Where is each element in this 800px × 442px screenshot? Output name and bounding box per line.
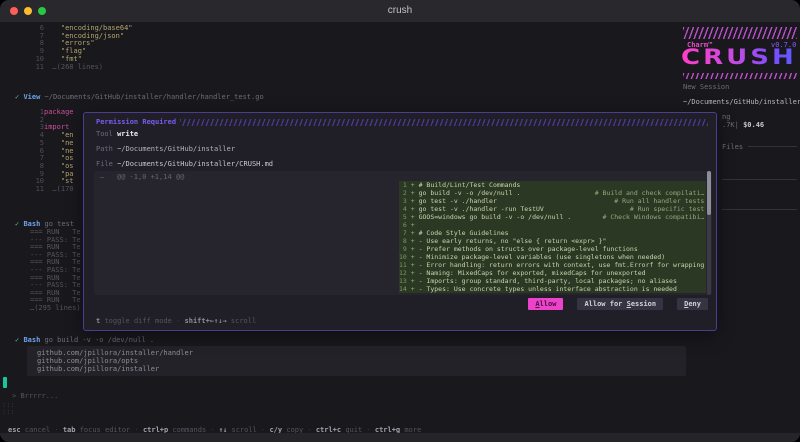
tool-name: write: [117, 130, 138, 138]
prompt-chevron: >: [12, 392, 16, 400]
go-test-output: === RUN Te --- PASS: Te === RUN Te --- P…: [30, 229, 81, 313]
diff-line: 6 +: [399, 221, 706, 229]
check-icon: ✓: [15, 220, 19, 228]
diff-line: 10 + - Minimize package-level variables …: [399, 253, 706, 261]
code-line: 11 …(170: [30, 186, 74, 194]
diff-line: 11 + - Error handling: return errors wit…: [399, 261, 706, 269]
session-detail-line1: ng: [722, 113, 730, 121]
window-title: crush: [0, 5, 800, 16]
go-build-output: github.com/jpillora/installer/handler gi…: [27, 346, 686, 373]
bash-tool-label: Bash: [23, 220, 40, 228]
editor-drag-handle[interactable]: ::: :::: [2, 402, 15, 416]
diff-hunk-header: – @@ -1,0 +1,14 @@: [100, 173, 184, 181]
diff-line: 1 + # Build/Lint/Test Commands: [399, 181, 706, 189]
file-value: ~/Documents/GitHub/installer/CRUSH.md: [117, 160, 273, 168]
dialog-title: Permission Required: [96, 118, 176, 126]
session-tokens-cost: .7K| $0.46: [722, 121, 764, 129]
diff-line: 3 + go test -v ./handler # Run all handl…: [399, 197, 706, 205]
bash-section-header-1: ✓ Bash go test: [15, 220, 74, 228]
code-snippet-handler-test: 1package23import4 "en5 "ne6 "ne7 "os8 "o…: [30, 109, 74, 194]
working-directory: ~/Documents/GitHub/installer: [683, 98, 800, 106]
dialog-button-row: Allow Allow for Session Deny: [514, 298, 708, 310]
check-icon: ✓: [15, 336, 19, 344]
diff-scrollbar-thumb[interactable]: [707, 171, 711, 215]
diff-line: 2 + go build -v -o /dev/null . # Build a…: [399, 189, 706, 197]
editor-cursor[interactable]: [3, 377, 7, 388]
queued-message-text: Brrrrr...: [20, 392, 58, 400]
diff-line: 12 + - Naming: MixedCaps for exported, m…: [399, 269, 706, 277]
diff-line: 13 + - Imports: group standard, third-pa…: [399, 277, 706, 285]
titlebar[interactable]: crush: [0, 0, 800, 22]
code-snippet-imports: 6 "encoding/base64"7 "encoding/json"8 "e…: [30, 25, 133, 71]
diff-viewer[interactable]: – @@ -1,0 +1,14 @@ 1 + # Build/Lint/Test…: [94, 171, 712, 295]
diff-line: 8 + - Use early returns, no "else { retu…: [399, 237, 706, 245]
diff-line: 5 + GOOS=windows go build -v -o /dev/nul…: [399, 213, 706, 221]
view-file-path: ~/Documents/GitHub/installer/handler/han…: [45, 93, 264, 101]
view-section-header: ✓ View ~/Documents/GitHub/installer/hand…: [15, 93, 264, 101]
crush-terminal-window: crush 6 "encoding/base64"7 "encoding/jso…: [0, 0, 800, 442]
logo-stripes-bottom: [683, 73, 797, 79]
editor-prompt-line[interactable]: > Brrrrr...: [12, 392, 58, 400]
tool-row: Tool write: [96, 130, 138, 138]
session-name: New Session: [683, 83, 729, 91]
bash-command-2: go build -v -o /dev/null .: [45, 336, 155, 344]
bash-command-1: go test: [45, 220, 75, 228]
path-value: ~/Documents/GitHub/installer: [117, 145, 235, 153]
diff-scrollbar[interactable]: [707, 171, 711, 295]
view-tool-label: View: [23, 93, 40, 101]
code-line: 1package: [30, 109, 74, 117]
diff-line: 7 + # Code Style Guidelines: [399, 229, 706, 237]
dialog-hint-row: t toggle diff mode · shift+←↑↓→ scroll: [96, 317, 256, 325]
window-bottom-strip: [0, 433, 800, 442]
permission-dialog: Permission Required Tool write Path ~/Do…: [83, 112, 717, 331]
files-header-rule: [748, 146, 797, 147]
diff-line: 14 + - Types: Use concrete types unless …: [399, 285, 706, 293]
logo-stripes-top: [683, 27, 797, 39]
path-row: Path ~/Documents/GitHub/installer: [96, 145, 235, 153]
files-section-header: Files: [722, 143, 743, 151]
file-row: File ~/Documents/GitHub/installer/CRUSH.…: [96, 160, 273, 168]
button-allow-for-session[interactable]: Allow for Session: [577, 298, 663, 310]
diff-added-lines: 1 + # Build/Lint/Test Commands 2 + go bu…: [399, 181, 706, 293]
diff-line: 9 + - Prefer methods on structs over pac…: [399, 245, 706, 253]
go-build-output-panel: github.com/jpillora/installer/handler gi…: [27, 346, 686, 376]
sidebar-divider-2: [722, 209, 797, 210]
crush-logo: CRUSH: [681, 47, 797, 68]
button-deny[interactable]: Deny: [677, 298, 708, 310]
diff-line: 4 + go test -v ./handler -run TestUV # R…: [399, 205, 706, 213]
button-allow[interactable]: Allow: [528, 298, 563, 310]
bash-section-header-2: ✓ Bash go build -v -o /dev/null .: [15, 336, 154, 344]
bash-tool-label: Bash: [23, 336, 40, 344]
sidebar-divider-1: [722, 179, 797, 180]
check-icon: ✓: [15, 93, 19, 101]
code-line: 11 …(268 lines): [30, 64, 133, 72]
dialog-title-stripes: [180, 119, 708, 126]
